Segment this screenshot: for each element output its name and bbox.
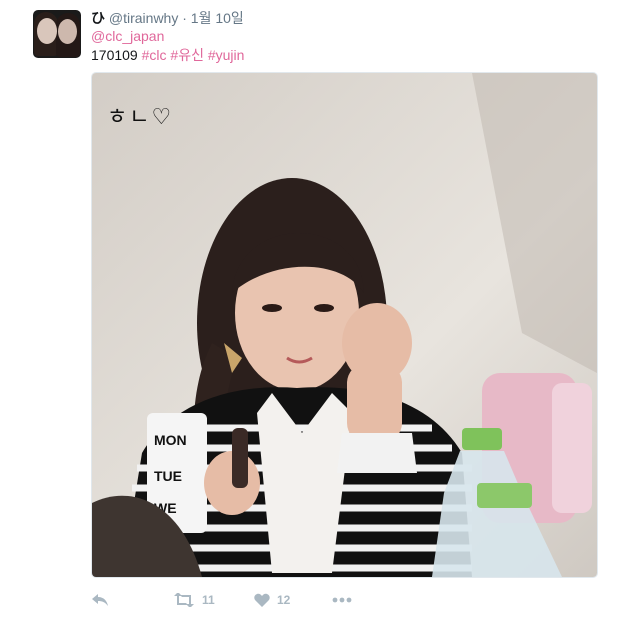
- reply-button[interactable]: [91, 590, 109, 610]
- svg-text:MON: MON: [154, 432, 187, 448]
- separator: ·: [182, 10, 187, 26]
- hashtag-link[interactable]: #clc: [142, 47, 167, 63]
- svg-text:TUE: TUE: [154, 468, 182, 484]
- tweet-text-line1: @clc_japan: [91, 27, 164, 45]
- tweet[interactable]: ひ @tirainwhy · 1월 10일 @clc_japan 170109 …: [0, 0, 631, 617]
- photo-caption: ㅎㄴ♡: [107, 105, 174, 130]
- tweet-text: 170109: [91, 47, 142, 63]
- like-button[interactable]: 12: [254, 590, 290, 610]
- timestamp[interactable]: 1월 10일: [191, 10, 244, 26]
- reply-icon: [91, 593, 109, 607]
- mention-link[interactable]: @clc_japan: [91, 28, 164, 44]
- tweet-header: ひ @tirainwhy · 1월 10일: [91, 9, 244, 27]
- retweet-icon: [173, 593, 195, 607]
- more-button[interactable]: [332, 590, 352, 610]
- retweet-button[interactable]: 11: [173, 590, 215, 610]
- hashtag-link[interactable]: #yujin: [208, 47, 245, 63]
- tweet-text-line2: 170109 #clc #유신 #yujin: [91, 46, 244, 64]
- tweet-photo[interactable]: MON TUE WE ㅎㄴ♡: [91, 72, 598, 578]
- avatar[interactable]: [33, 10, 81, 58]
- tweet-actions: 11 12: [91, 590, 391, 610]
- fullname[interactable]: ひ: [91, 10, 105, 26]
- retweet-count: 11: [202, 593, 215, 607]
- more-dots-icon: [332, 597, 352, 603]
- hashtag-link[interactable]: #유신: [170, 47, 204, 63]
- like-count: 12: [277, 593, 291, 607]
- heart-icon: [254, 593, 270, 607]
- username[interactable]: @tirainwhy: [109, 10, 178, 26]
